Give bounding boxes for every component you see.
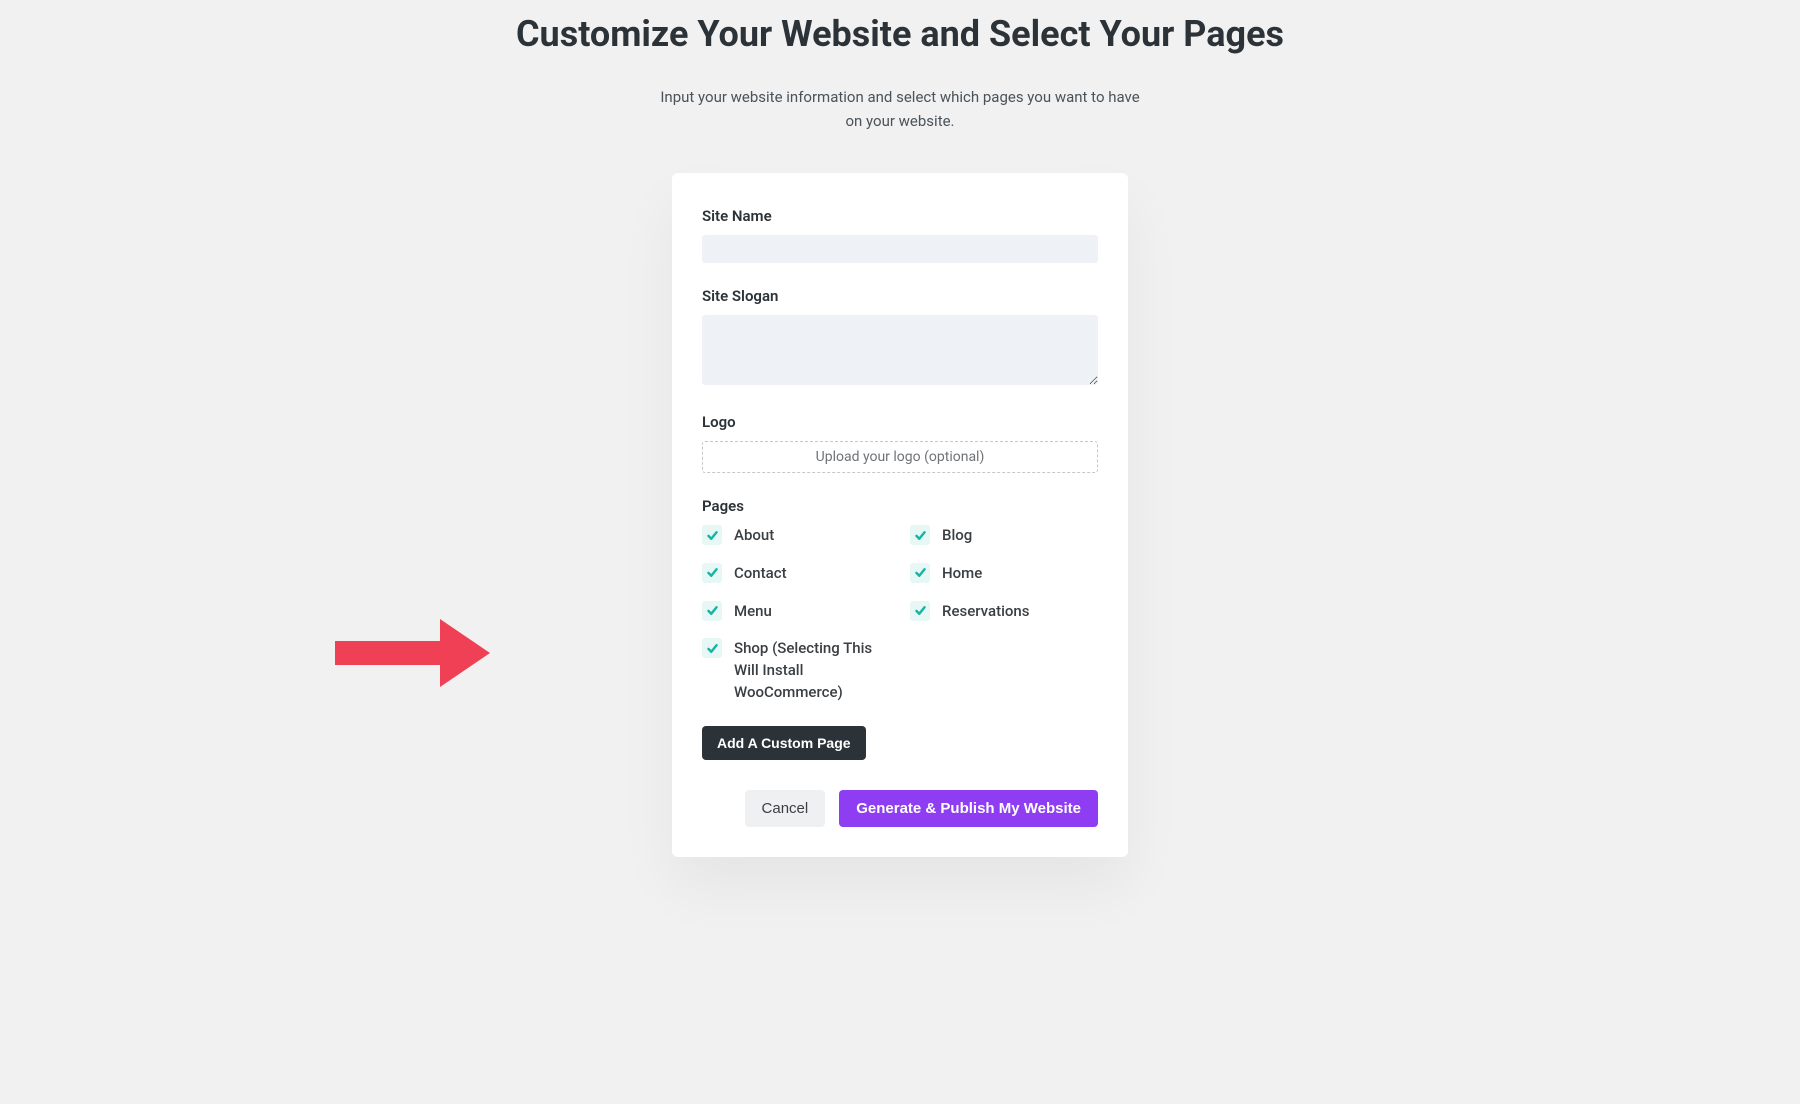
page-label: Contact bbox=[734, 563, 787, 585]
pages-label: Pages bbox=[702, 497, 1098, 515]
page-checkbox-menu[interactable]: Menu bbox=[702, 601, 890, 623]
logo-upload-button[interactable]: Upload your logo (optional) bbox=[702, 441, 1098, 473]
page-checkbox-about[interactable]: About bbox=[702, 525, 890, 547]
add-custom-page-button[interactable]: Add A Custom Page bbox=[702, 726, 866, 760]
page-label: About bbox=[734, 525, 774, 547]
check-icon bbox=[910, 601, 930, 621]
page-checkbox-home[interactable]: Home bbox=[910, 563, 1098, 585]
check-icon bbox=[702, 601, 722, 621]
page-checkbox-shop[interactable]: Shop (Selecting This Will Install WooCom… bbox=[702, 638, 890, 703]
page-checkbox-blog[interactable]: Blog bbox=[910, 525, 1098, 547]
site-slogan-input[interactable] bbox=[702, 315, 1098, 385]
page-title: Customize Your Website and Select Your P… bbox=[0, 12, 1800, 57]
settings-card: Site Name Site Slogan Logo Upload your l… bbox=[672, 173, 1128, 857]
check-icon bbox=[702, 638, 722, 658]
page-label: Blog bbox=[942, 525, 972, 547]
check-icon bbox=[702, 563, 722, 583]
page-checkbox-reservations[interactable]: Reservations bbox=[910, 601, 1098, 623]
page-label: Menu bbox=[734, 601, 772, 623]
check-icon bbox=[910, 563, 930, 583]
page-checkbox-contact[interactable]: Contact bbox=[702, 563, 890, 585]
site-slogan-label: Site Slogan bbox=[702, 287, 1098, 305]
check-icon bbox=[910, 525, 930, 545]
cancel-button[interactable]: Cancel bbox=[745, 790, 826, 827]
publish-button[interactable]: Generate & Publish My Website bbox=[839, 790, 1098, 827]
check-icon bbox=[702, 525, 722, 545]
page-label: Home bbox=[942, 563, 982, 585]
logo-label: Logo bbox=[702, 413, 1098, 431]
site-name-label: Site Name bbox=[702, 207, 1098, 225]
page-label: Shop (Selecting This Will Install WooCom… bbox=[734, 638, 890, 703]
page-label: Reservations bbox=[942, 601, 1029, 623]
site-name-input[interactable] bbox=[702, 235, 1098, 263]
page-subtitle: Input your website information and selec… bbox=[660, 85, 1140, 133]
